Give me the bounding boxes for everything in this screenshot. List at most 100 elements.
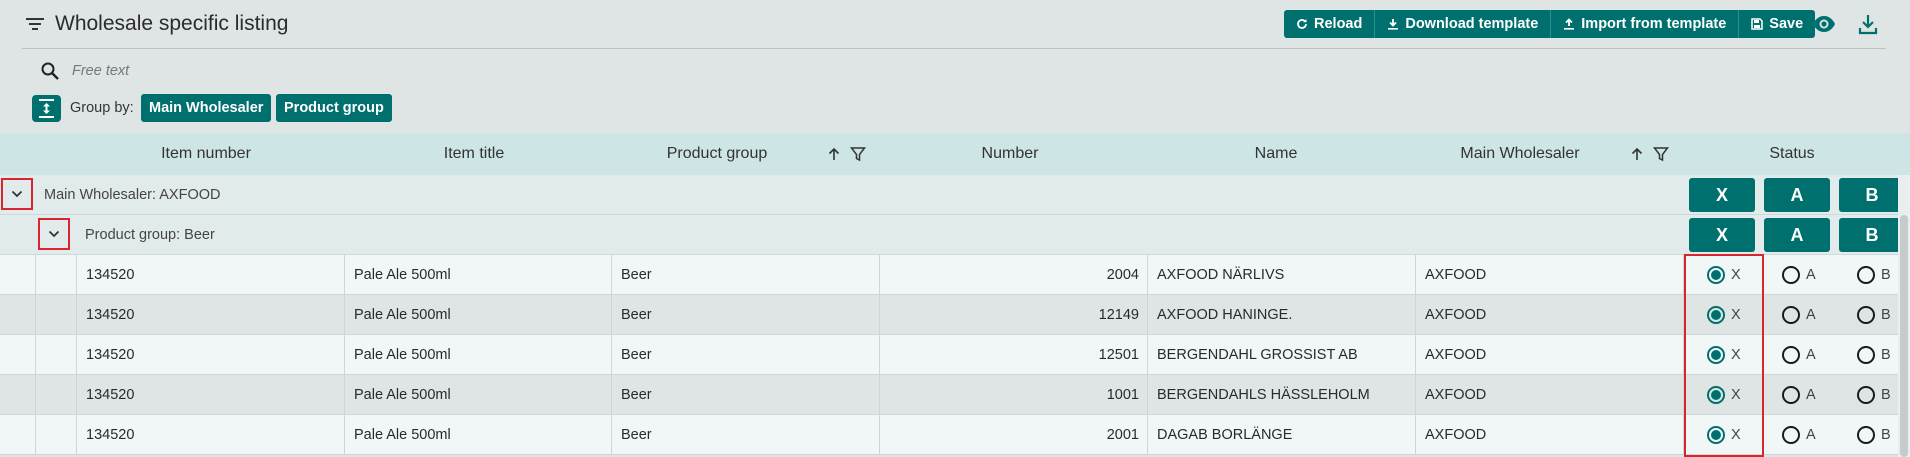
table-row: 134520 Pale Ale 500ml Beer 12149 AXFOOD HANI… (0, 295, 1910, 335)
radio-label: B (1881, 387, 1891, 403)
column-header-status: Status (1769, 145, 1815, 162)
download-icon[interactable] (1858, 13, 1878, 35)
status-radio-x[interactable]: X (1707, 306, 1741, 324)
row-gutter (0, 335, 36, 375)
row-gutter (0, 295, 36, 335)
radio-dot (1711, 310, 1721, 320)
radio-circle (1782, 386, 1800, 404)
status-radio-a[interactable]: A (1782, 266, 1816, 284)
radio-label: A (1806, 387, 1816, 403)
cell-product-group: Beer (612, 335, 880, 375)
status-radio-b[interactable]: B (1857, 346, 1891, 364)
group-label-product-group: Product group: Beer (85, 227, 215, 243)
save-button[interactable]: Save (1739, 10, 1815, 38)
cell-main-wholesaler: AXFOOD (1416, 415, 1684, 455)
row-gutter (0, 375, 36, 415)
radio-label: B (1881, 307, 1891, 323)
radio-label: A (1806, 427, 1816, 443)
status-radio-a[interactable]: A (1782, 386, 1816, 404)
radio-circle (1782, 266, 1800, 284)
group-label-main-wholesaler: Main Wholesaler: AXFOOD (44, 187, 221, 203)
group-chip-product-group[interactable]: Product group (276, 94, 392, 122)
status-radio-x[interactable]: X (1707, 426, 1741, 444)
radio-circle (1857, 266, 1875, 284)
status-radio-a[interactable]: A (1782, 306, 1816, 324)
download-icon (1388, 19, 1399, 30)
page-title: Wholesale specific listing (55, 12, 289, 35)
filter-menu-icon[interactable] (26, 16, 44, 32)
reload-button[interactable]: Reload (1284, 10, 1376, 38)
radio-circle (1707, 386, 1725, 404)
row-gutter (36, 335, 77, 375)
table-row: 134520 Pale Ale 500ml Beer 1001 BERGENDAHLS … (0, 375, 1910, 415)
radio-label: X (1731, 267, 1741, 283)
column-header-product-group[interactable]: Product group (667, 145, 768, 163)
cell-item-number: 134520 (77, 375, 345, 415)
expand-vertical-icon (39, 99, 54, 118)
status-radio-a[interactable]: A (1782, 346, 1816, 364)
bulk-status-b-button[interactable]: B (1839, 178, 1905, 212)
group-toggle-main-wholesaler[interactable] (1, 178, 33, 210)
row-gutter (0, 255, 36, 295)
status-radio-b[interactable]: B (1857, 426, 1891, 444)
radio-dot (1711, 430, 1721, 440)
sort-asc-icon[interactable] (1629, 146, 1645, 162)
cell-item-number: 134520 (77, 295, 345, 335)
scrollbar-thumb[interactable] (1900, 215, 1908, 457)
group-by-toggle-button[interactable] (32, 95, 61, 122)
bulk-status-a-button[interactable]: A (1764, 178, 1830, 212)
cell-product-group: Beer (612, 415, 880, 455)
download-template-button[interactable]: Download template (1375, 10, 1552, 38)
bulk-status-x-button[interactable]: X (1689, 218, 1755, 252)
bulk-status-x-button[interactable]: X (1689, 178, 1755, 212)
radio-circle (1707, 306, 1725, 324)
group-toggle-product-group[interactable] (38, 218, 70, 250)
column-header-name[interactable]: Name (1255, 145, 1298, 163)
status-radio-b[interactable]: B (1857, 386, 1891, 404)
cell-main-wholesaler: AXFOOD (1416, 335, 1684, 375)
radio-label: B (1881, 267, 1891, 283)
radio-circle (1857, 386, 1875, 404)
cell-name: BERGENDAHLS HÄSSLEHOLM (1148, 375, 1416, 415)
filter-icon[interactable] (1653, 146, 1669, 162)
cell-item-title: Pale Ale 500ml (345, 295, 612, 335)
chevron-down-icon (11, 190, 23, 198)
cell-item-title: Pale Ale 500ml (345, 375, 612, 415)
table-row: 134520 Pale Ale 500ml Beer 2001 DAGAB BORLÄN… (0, 415, 1910, 455)
cell-name: AXFOOD NÄRLIVS (1148, 255, 1416, 295)
filter-icon[interactable] (850, 146, 866, 162)
toolbar-button-group: Reload Download template Import from tem… (1284, 10, 1816, 38)
cell-name: AXFOOD HANINGE. (1148, 295, 1416, 335)
radio-label: X (1731, 387, 1741, 403)
sort-asc-icon[interactable] (826, 146, 842, 162)
search-input[interactable] (72, 60, 572, 82)
status-radio-x[interactable]: X (1707, 346, 1741, 364)
status-radio-a[interactable]: A (1782, 426, 1816, 444)
column-header-main-wholesaler[interactable]: Main Wholesaler (1460, 145, 1579, 163)
column-header-number[interactable]: Number (982, 145, 1039, 163)
status-radio-b[interactable]: B (1857, 266, 1891, 284)
radio-label: A (1806, 267, 1816, 283)
column-header-item-title[interactable]: Item title (444, 145, 504, 163)
import-from-template-button[interactable]: Import from template (1551, 10, 1740, 38)
cell-main-wholesaler: AXFOOD (1416, 255, 1684, 295)
eye-icon[interactable] (1812, 14, 1836, 34)
cell-product-group: Beer (612, 255, 880, 295)
title-divider (22, 48, 1886, 49)
status-radio-b[interactable]: B (1857, 306, 1891, 324)
bulk-status-a-button[interactable]: A (1764, 218, 1830, 252)
column-header-item-number[interactable]: Item number (161, 145, 251, 163)
toolbar: Wholesale specific listing Reload Downlo… (0, 0, 1910, 48)
status-radio-x[interactable]: X (1707, 386, 1741, 404)
cell-item-number: 134520 (77, 335, 345, 375)
vertical-scrollbar[interactable] (1898, 175, 1910, 457)
bulk-status-b-button[interactable]: B (1839, 218, 1905, 252)
row-gutter (0, 415, 36, 455)
radio-label: A (1806, 347, 1816, 363)
radio-dot (1711, 270, 1721, 280)
group-chip-main-wholesaler[interactable]: Main Wholesaler (141, 94, 272, 122)
status-radio-x[interactable]: X (1707, 266, 1741, 284)
radio-label: A (1806, 307, 1816, 323)
cell-number: 1001 (880, 375, 1148, 415)
cell-name: BERGENDAHL GROSSIST AB (1148, 335, 1416, 375)
